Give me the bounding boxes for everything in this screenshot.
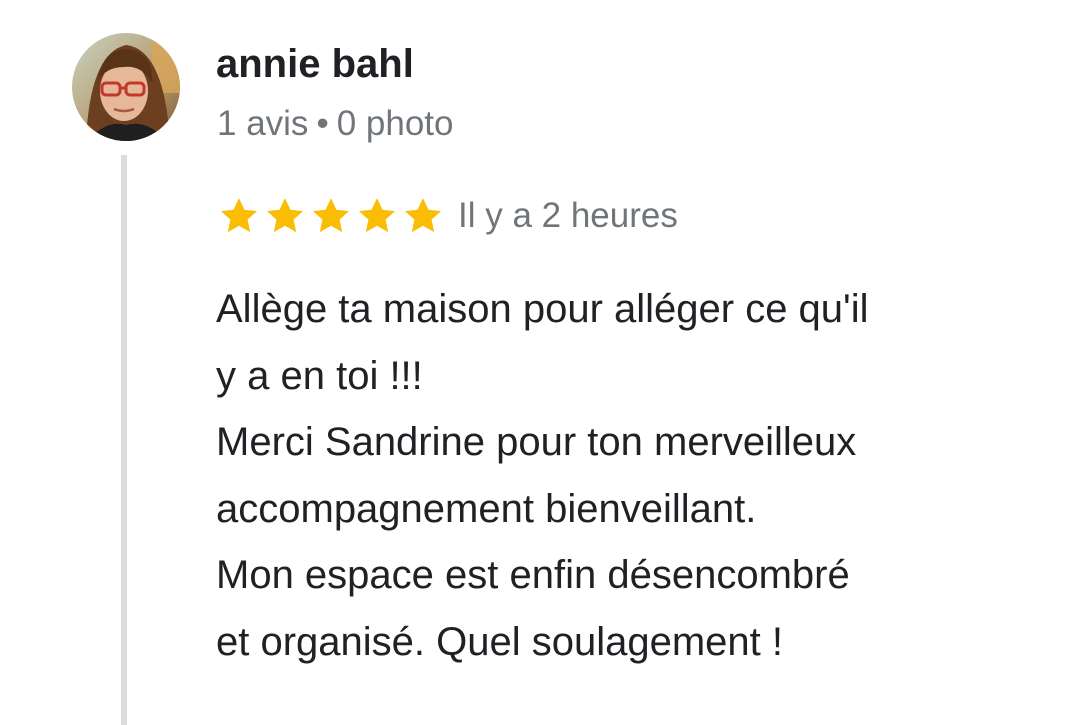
reviews-count: 1 avis	[217, 104, 309, 143]
review-text-line: accompagnement bienveillant.	[216, 486, 757, 531]
reviewer-stats: 1 avis • 0 photo	[217, 104, 453, 144]
photos-count: 0 photo	[336, 104, 454, 143]
star-icon	[402, 195, 444, 237]
meta-separator: •	[316, 104, 329, 143]
review-text-line: et organisé. Quel soulagement !	[216, 619, 784, 664]
review-text: Allège ta maison pour alléger ce qu'il y …	[216, 276, 1016, 675]
review-time: Il y a 2 heures	[458, 196, 678, 235]
review-text-line: Merci Sandrine pour ton merveilleux	[216, 420, 857, 464]
reviewer-name[interactable]: annie bahl	[216, 42, 414, 87]
review-text-line: Allège ta maison pour alléger ce qu'il	[216, 287, 869, 331]
star-icon	[310, 195, 352, 237]
review-text-line: Mon espace est enfin désencombré	[216, 553, 850, 597]
avatar-photo	[72, 33, 180, 141]
rating-row: Il y a 2 heures	[218, 193, 678, 239]
star-icon	[264, 195, 306, 237]
thread-line	[121, 155, 127, 725]
reviewer-avatar[interactable]	[72, 33, 180, 141]
star-rating	[218, 195, 444, 237]
star-icon	[218, 195, 260, 237]
review-text-line: y a en toi !!!	[216, 353, 423, 398]
star-icon	[356, 195, 398, 237]
